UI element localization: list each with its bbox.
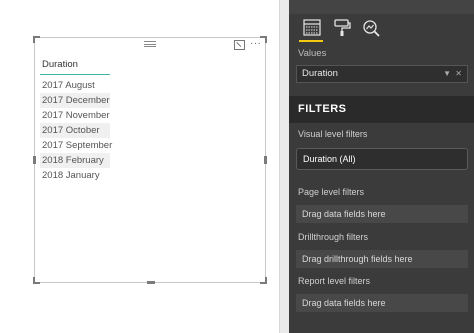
- slicer-item-list: 2017 August 2017 December 2017 November 201…: [40, 78, 114, 183]
- values-field-name: Duration: [302, 68, 338, 79]
- resize-handle-left[interactable]: [33, 156, 36, 164]
- pane-tab-bar: [289, 14, 474, 42]
- slicer-item[interactable]: 2017 November: [40, 108, 114, 123]
- active-tab-indicator: [299, 40, 323, 42]
- visual-level-filters-label: Visual level filters: [298, 129, 368, 139]
- report-level-filters-label: Report level filters: [298, 276, 371, 286]
- resize-handle-right[interactable]: [264, 156, 267, 164]
- remove-field-icon[interactable]: ✕: [455, 66, 462, 82]
- slicer-item[interactable]: 2017 September: [40, 138, 114, 153]
- drillthrough-filters-label: Drillthrough filters: [298, 232, 369, 242]
- chevron-down-icon[interactable]: ▼: [443, 66, 451, 82]
- fields-icon[interactable]: [301, 18, 323, 38]
- visualizations-pane: Values Duration ▼ ✕ FILTERS Visual level…: [289, 0, 474, 333]
- values-label: Values: [298, 48, 327, 59]
- canvas-scroll-edge: [279, 0, 289, 333]
- slicer-header: Duration: [42, 59, 78, 70]
- page-level-filters-label: Page level filters: [298, 187, 365, 197]
- pane-top-strip: [289, 0, 474, 14]
- filters-title: FILTERS: [298, 103, 347, 115]
- duration-filter-card[interactable]: Duration (All): [296, 148, 468, 170]
- resize-handle-bottom-right[interactable]: [260, 277, 267, 284]
- more-options-button[interactable]: ···: [250, 38, 262, 50]
- slicer-visual[interactable]: ··· Duration 2017 August 2017 December 201…: [33, 36, 267, 284]
- filters-header: FILTERS: [289, 96, 474, 123]
- slicer-item[interactable]: 2017 October: [40, 123, 110, 138]
- analytics-magnifier-icon[interactable]: [360, 18, 382, 38]
- report-canvas[interactable]: ··· Duration 2017 August 2017 December 201…: [0, 0, 279, 333]
- resize-handle-top-left[interactable]: [33, 36, 40, 43]
- resize-handle-bottom[interactable]: [147, 281, 155, 284]
- slicer-header-underline: [40, 74, 110, 75]
- resize-handle-bottom-left[interactable]: [33, 277, 40, 284]
- format-roller-icon[interactable]: [331, 18, 353, 38]
- drillthrough-drop-zone[interactable]: Drag drillthrough fields here: [296, 250, 468, 268]
- values-field-well[interactable]: Duration ▼ ✕: [296, 65, 468, 83]
- slicer-item[interactable]: 2017 December: [40, 93, 110, 108]
- report-filters-drop-zone[interactable]: Drag data fields here: [296, 294, 468, 312]
- slicer-item[interactable]: 2018 February: [40, 153, 110, 168]
- drag-grip-icon[interactable]: [144, 41, 156, 47]
- slicer-item[interactable]: 2018 January: [40, 168, 114, 183]
- focus-mode-icon[interactable]: [234, 40, 245, 50]
- page-filters-drop-zone[interactable]: Drag data fields here: [296, 205, 468, 223]
- slicer-item[interactable]: 2017 August: [40, 78, 114, 93]
